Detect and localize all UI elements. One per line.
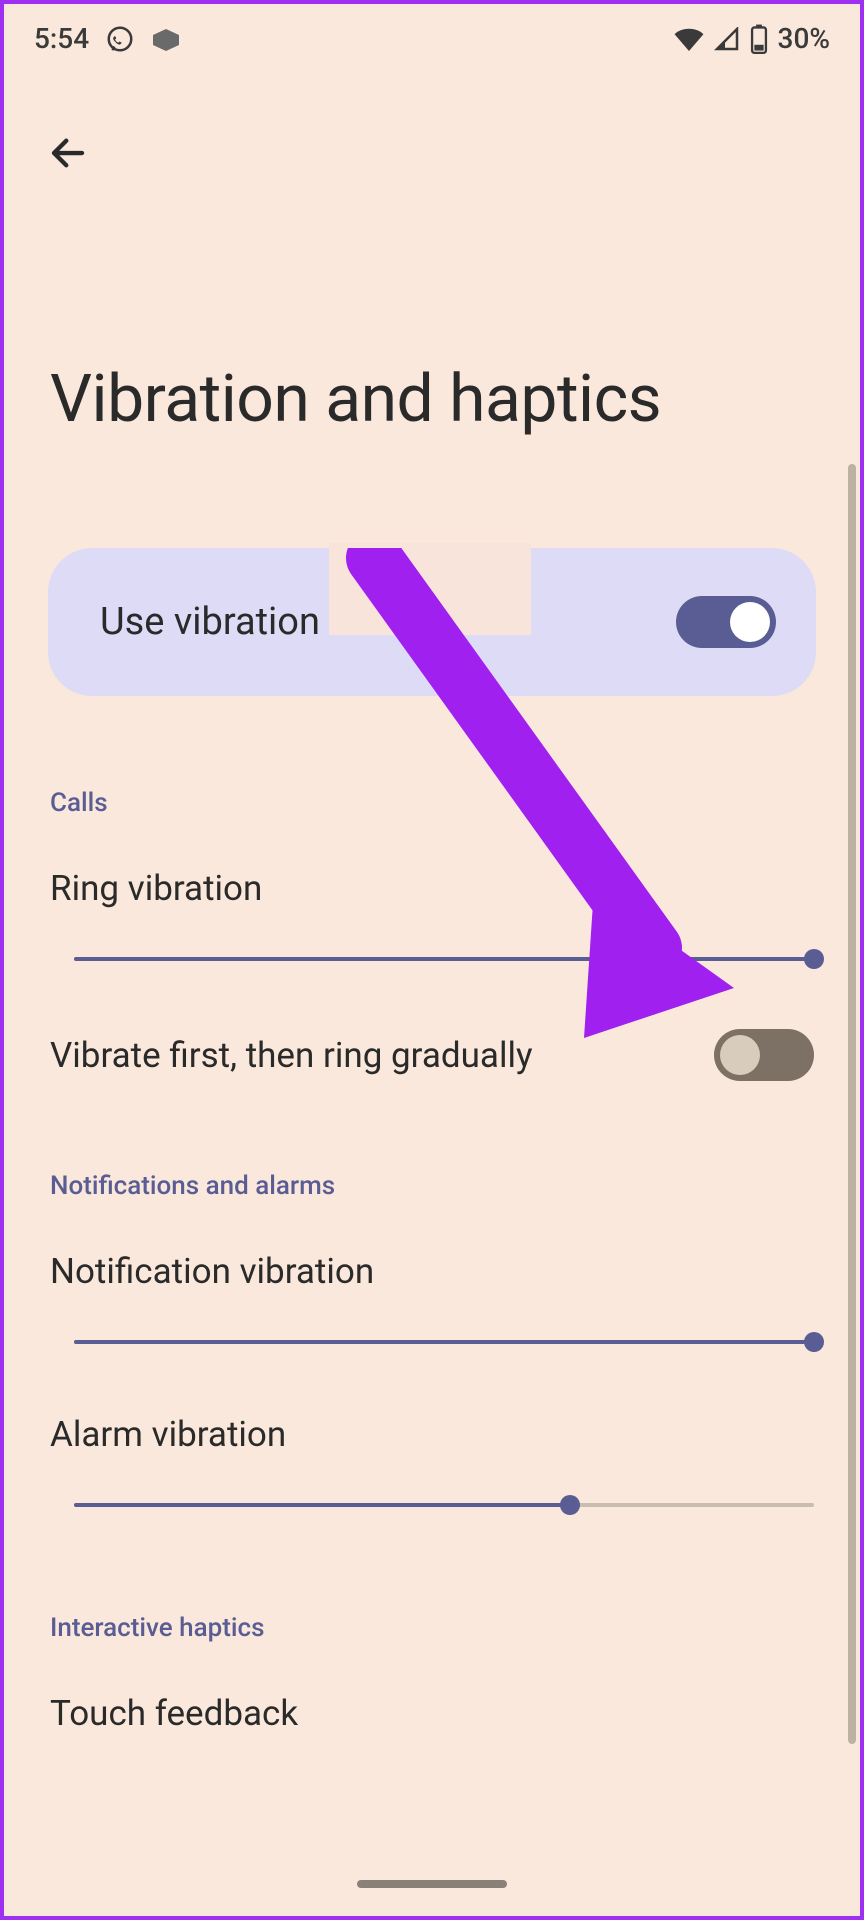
slider-fill (74, 1340, 814, 1344)
alarm-vibration-slider[interactable] (74, 1495, 814, 1515)
notification-vibration-label: Notification vibration (50, 1251, 860, 1292)
status-bar-left: 5:54 (34, 22, 181, 55)
slider-fill (74, 1503, 570, 1507)
alarm-vibration-label: Alarm vibration (50, 1414, 860, 1455)
vibrate-first-row[interactable]: Vibrate first, then ring gradually (50, 1029, 814, 1081)
cell-signal-icon (714, 27, 740, 51)
arrow-back-icon (47, 132, 89, 174)
vibrate-first-toggle[interactable] (714, 1029, 814, 1081)
scroll-indicator-right (848, 464, 856, 1744)
slider-handle[interactable] (560, 1495, 580, 1515)
battery-percent: 30% (778, 22, 830, 55)
wifi-icon (674, 27, 704, 51)
vibrate-first-label: Vibrate first, then ring gradually (50, 1035, 533, 1076)
status-bar: 5:54 30% (4, 4, 860, 65)
status-time: 5:54 (34, 22, 89, 55)
ring-vibration-slider[interactable] (74, 949, 814, 969)
status-bar-right: 30% (674, 22, 830, 55)
toggle-thumb (730, 602, 770, 642)
package-icon (151, 27, 181, 51)
slider-handle[interactable] (804, 1332, 824, 1352)
section-header-interactive: Interactive haptics (50, 1613, 860, 1643)
toggle-thumb (720, 1035, 760, 1075)
touch-feedback-label: Touch feedback (50, 1693, 860, 1734)
whatsapp-icon (105, 24, 135, 54)
notification-vibration-slider[interactable] (74, 1332, 814, 1352)
section-header-calls: Calls (50, 788, 860, 818)
battery-icon (750, 24, 768, 54)
slider-fill (74, 957, 814, 961)
back-button[interactable] (40, 125, 96, 181)
slider-handle[interactable] (804, 949, 824, 969)
ring-vibration-label: Ring vibration (50, 868, 860, 909)
page-title: Vibration and haptics (50, 361, 860, 438)
nav-bar-handle[interactable] (357, 1880, 507, 1888)
section-header-notifications: Notifications and alarms (50, 1171, 860, 1201)
use-vibration-toggle[interactable] (676, 596, 776, 648)
redaction-overlay (329, 543, 531, 635)
